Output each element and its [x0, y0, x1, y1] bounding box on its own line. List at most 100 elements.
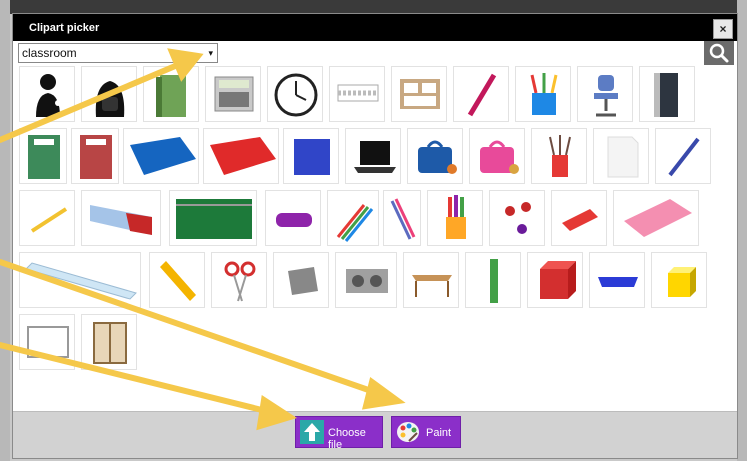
clipart-grid [19, 66, 731, 412]
eraser-icon [276, 213, 312, 227]
marker-icon [467, 73, 497, 117]
window-icon [93, 322, 127, 364]
background-toolbar [0, 0, 747, 14]
pen-icon [668, 137, 700, 177]
paint-button[interactable]: Paint [391, 416, 461, 448]
search-button[interactable] [704, 41, 734, 65]
clipart-tile-lunchbox-pink[interactable] [469, 128, 525, 184]
laptop-icon [354, 141, 396, 173]
clipart-tile-photo-frame[interactable] [391, 66, 447, 122]
choose-file-label: Choose file [328, 427, 366, 451]
book-icon [156, 75, 186, 117]
ruler-icon [160, 261, 196, 301]
clipart-tile-scissors[interactable] [211, 252, 267, 308]
student-silhouette-icon [36, 74, 61, 117]
table-icon [412, 275, 452, 297]
clipart-tile-colored-pencils[interactable] [327, 190, 379, 246]
marker-cup-icon [446, 195, 466, 239]
calculator-icon [214, 76, 254, 112]
eraser-icon [624, 199, 692, 237]
notebook-icon [80, 135, 112, 179]
frame-icon [400, 79, 440, 109]
grid-paper-icon [294, 139, 330, 175]
clipart-tile-pencil-case[interactable] [81, 190, 161, 246]
clipart-tile-gel-pens[interactable] [383, 190, 421, 246]
clipart-tile-door[interactable] [639, 66, 695, 122]
clipart-tile-calculator[interactable] [205, 66, 261, 122]
cube-icon [668, 267, 696, 297]
paper-sheet-icon [607, 136, 639, 178]
clipart-tile-abacus[interactable] [329, 66, 385, 122]
lunchbox-icon [418, 140, 457, 174]
clipart-tile-red-cube[interactable] [527, 252, 583, 308]
pencil-icon [30, 207, 68, 233]
background-left [0, 0, 10, 461]
category-select[interactable]: classroom ▾ [18, 43, 218, 63]
clipart-tile-table[interactable] [403, 252, 459, 308]
notebook-icon [28, 135, 60, 179]
clipart-tile-eraser-purple[interactable] [265, 190, 321, 246]
clipart-tile-window[interactable] [81, 314, 137, 370]
clipart-tile-binder-blue[interactable] [123, 128, 199, 184]
palette-icon [397, 422, 419, 442]
gel-pens-icon [390, 198, 416, 240]
push-pins-icon [505, 202, 531, 234]
clipart-tile-brush-cup[interactable] [531, 128, 587, 184]
clipart-tile-book[interactable] [143, 66, 199, 122]
binder-icon [210, 137, 276, 175]
clipart-tile-notebook-red[interactable] [71, 128, 119, 184]
colored-pencils-icon [336, 204, 374, 242]
clipart-tile-double-sharpener[interactable] [335, 252, 397, 308]
category-select-value: classroom [22, 46, 77, 60]
clipart-tile-yellow-cube[interactable] [651, 252, 707, 308]
sharpener-icon [346, 269, 388, 293]
clipart-tile-binder-red[interactable] [203, 128, 279, 184]
clipart-tile-ruler-long[interactable] [19, 252, 141, 308]
backpack-icon [95, 81, 125, 117]
paint-label: Paint [426, 427, 452, 439]
dialog-titlebar: Clipart picker × [13, 14, 737, 41]
clipart-tile-chair[interactable] [577, 66, 633, 122]
clipart-tile-tray[interactable] [589, 252, 645, 308]
chevron-down-icon: ▾ [208, 48, 213, 58]
ruler-icon [490, 259, 498, 303]
clipart-tile-green-ruler[interactable] [465, 252, 521, 308]
clipart-tile-pencil-cup[interactable] [515, 66, 571, 122]
clipart-tile-sharpener[interactable] [273, 252, 329, 308]
clipart-tile-whiteboard[interactable] [19, 314, 75, 370]
clipart-tile-push-pins[interactable] [489, 190, 545, 246]
clipart-tile-eraser-pink[interactable] [613, 190, 699, 246]
zip-pouch-icon [176, 199, 252, 239]
tray-icon [598, 277, 638, 287]
close-button[interactable]: × [713, 19, 733, 39]
abacus-icon [337, 84, 379, 102]
clipart-tile-zip-pouch[interactable] [169, 190, 257, 246]
clipart-tile-marker-cup[interactable] [427, 190, 483, 246]
pencil-case-icon [90, 205, 152, 235]
clipart-tile-backpack[interactable] [81, 66, 137, 122]
clipart-tile-laptop[interactable] [345, 128, 401, 184]
cube-icon [540, 261, 576, 299]
upload-icon [300, 420, 324, 444]
binder-icon [130, 137, 196, 175]
choose-file-button[interactable]: Choose file [295, 416, 383, 451]
clipart-tile-notebook-green[interactable] [19, 128, 67, 184]
background-right [737, 0, 747, 461]
dialog-footer: Choose file Paint [13, 411, 737, 458]
sharpener-icon [288, 267, 318, 295]
clipart-tile-clock[interactable] [267, 66, 323, 122]
brush-cup-icon [549, 135, 571, 177]
clipart-tile-marker[interactable] [453, 66, 509, 122]
clipart-tile-pen[interactable] [655, 128, 711, 184]
clipart-tile-eraser-red[interactable] [551, 190, 607, 246]
clipart-tile-ruler-yellow[interactable] [149, 252, 205, 308]
office-chair-icon [594, 75, 618, 117]
ruler-icon [25, 262, 137, 300]
search-row: classroom ▾ [18, 41, 734, 65]
clipart-tile-grid-paper[interactable] [283, 128, 339, 184]
lunchbox-icon [480, 140, 519, 174]
clipart-tile-student[interactable] [19, 66, 75, 122]
clipart-tile-paper[interactable] [593, 128, 649, 184]
clipart-tile-pencil[interactable] [19, 190, 75, 246]
clipart-tile-lunchbox-blue[interactable] [407, 128, 463, 184]
